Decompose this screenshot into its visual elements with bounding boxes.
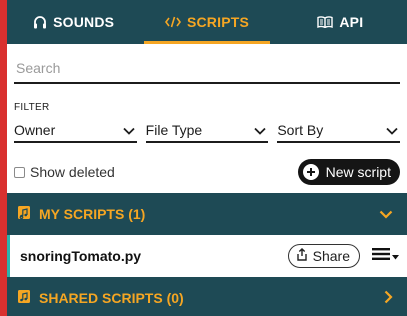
tab-scripts-label: SCRIPTS	[186, 14, 250, 30]
script-file-icon	[17, 289, 31, 307]
sort-by-dropdown[interactable]: Sort By	[277, 119, 401, 143]
headphones-icon	[33, 15, 47, 29]
owner-dropdown-label: Owner	[14, 122, 56, 138]
share-icon	[296, 248, 308, 264]
book-icon	[317, 16, 334, 28]
chevron-right-icon	[384, 290, 393, 307]
tab-api[interactable]: API	[274, 0, 407, 44]
script-actions: Share	[287, 244, 399, 268]
options-row: Show deleted New script	[14, 159, 400, 185]
search-field	[14, 54, 400, 84]
my-scripts-label: MY SCRIPTS (1)	[39, 206, 146, 222]
filter-row: Owner File Type Sort By	[14, 119, 401, 143]
plus-icon	[302, 164, 319, 180]
new-script-button[interactable]: New script	[297, 159, 400, 185]
hamburger-menu-icon	[372, 247, 390, 266]
sort-by-dropdown-label: Sort By	[277, 122, 324, 138]
owner-dropdown[interactable]: Owner	[14, 119, 137, 143]
code-icon	[164, 16, 181, 28]
share-button[interactable]: Share	[287, 244, 360, 268]
file-type-dropdown-label: File Type	[145, 122, 203, 138]
tab-scripts[interactable]: SCRIPTS	[140, 0, 273, 44]
script-name[interactable]: snoringTomato.py	[20, 248, 141, 264]
filter-heading: FILTER	[14, 102, 50, 113]
new-script-label: New script	[325, 164, 391, 180]
chevron-down-icon	[379, 206, 393, 222]
show-deleted-toggle[interactable]: Show deleted	[14, 164, 115, 180]
shared-scripts-label: SHARED SCRIPTS (0)	[39, 290, 184, 306]
chevron-down-icon	[123, 122, 135, 138]
search-input[interactable]	[14, 54, 400, 82]
caret-down-icon	[392, 247, 399, 265]
tab-api-label: API	[339, 14, 364, 30]
tab-sounds-label: SOUNDS	[53, 14, 115, 30]
shared-scripts-header[interactable]: SHARED SCRIPTS (0)	[7, 277, 407, 316]
show-deleted-checkbox[interactable]	[14, 166, 25, 178]
scripts-panel: SOUNDS SCRIPTS API FILTER Owner File Typ…	[7, 0, 407, 316]
chevron-down-icon	[254, 122, 266, 138]
file-type-dropdown[interactable]: File Type	[145, 119, 269, 143]
script-menu-button[interactable]	[372, 247, 399, 266]
show-deleted-label: Show deleted	[30, 164, 115, 180]
script-list-item[interactable]: snoringTomato.py Share	[7, 235, 407, 277]
chevron-down-icon	[386, 122, 398, 138]
tab-sounds[interactable]: SOUNDS	[7, 0, 140, 44]
tab-bar: SOUNDS SCRIPTS API	[7, 0, 407, 44]
share-label: Share	[312, 248, 350, 264]
script-file-icon	[17, 205, 31, 223]
my-scripts-header[interactable]: MY SCRIPTS (1)	[7, 193, 407, 235]
